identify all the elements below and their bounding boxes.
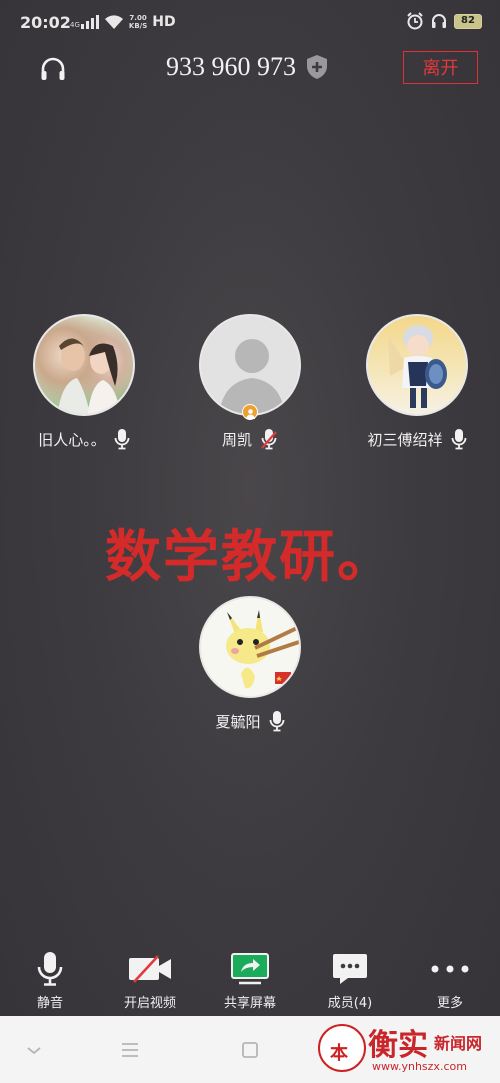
participants-label: 成员(4): [327, 996, 373, 1011]
microphone-icon: [37, 952, 63, 986]
headphones-icon: [41, 57, 65, 80]
host-badge-icon: [242, 404, 258, 420]
microphone-icon[interactable]: [114, 428, 130, 450]
headset-status-icon: [432, 14, 446, 28]
signal-icon: [80, 15, 99, 29]
meeting-topic-title: 数学教研。: [105, 524, 395, 590]
default-person-icon: [219, 339, 285, 414]
speed-unit: KB/S: [128, 22, 148, 30]
microphone-icon[interactable]: [269, 710, 285, 732]
chevron-down-icon[interactable]: [22, 1038, 46, 1062]
microphone-icon[interactable]: [451, 428, 467, 450]
participant-tile[interactable]: 旧人心。。: [4, 314, 164, 450]
meeting-header: 933 960 973: [166, 52, 328, 82]
microphone-muted-icon[interactable]: [260, 428, 278, 450]
start-video-button[interactable]: 开启视频: [100, 950, 200, 1016]
participant-tile[interactable]: 夏毓阳: [170, 596, 330, 732]
mute-button[interactable]: 静音: [0, 950, 100, 1016]
avatar: [366, 314, 468, 416]
watermark-logo-text: 本: [330, 1043, 348, 1064]
meeting-id[interactable]: 933 960 973: [166, 52, 296, 82]
avatar: [33, 314, 135, 416]
participant-name: 夏毓阳: [215, 712, 261, 731]
more-button[interactable]: 更多: [400, 950, 500, 1016]
mute-label: 静音: [36, 996, 63, 1011]
anime-character-icon: [388, 325, 447, 408]
participant-tile[interactable]: 周凯: [170, 314, 330, 450]
participant-name: 旧人心。。: [38, 430, 106, 449]
participant-tile[interactable]: 初三傅绍祥: [337, 314, 497, 450]
status-bar: 20:02 4G 7.00 KB/S HD 82: [0, 0, 500, 46]
video-off-icon: [129, 955, 171, 983]
participant-label: 夏毓阳: [170, 710, 330, 732]
avatar: [199, 596, 301, 698]
status-time: 20:02: [20, 13, 71, 32]
participant-label: 初三傅绍祥: [337, 428, 497, 450]
participant-label: 旧人心。。: [4, 428, 164, 450]
start-video-label: 开启视频: [123, 996, 176, 1011]
participant-label: 周凯: [170, 428, 330, 450]
hd-indicator: HD: [152, 14, 176, 30]
watermark-url: www.ynhszx.com: [372, 1060, 467, 1073]
meeting-toolbar: 静音 开启视频 共享屏幕 成员(4) 更多: [0, 950, 500, 1016]
watermark-title: 衡实: [368, 1028, 428, 1063]
share-screen-button[interactable]: 共享屏幕: [200, 950, 300, 1016]
couple-photo-icon: [57, 338, 121, 414]
alarm-icon: [407, 12, 423, 30]
battery-indicator: 82: [454, 13, 482, 29]
participant-name: 初三傅绍祥: [367, 430, 443, 449]
share-screen-label: 共享屏幕: [223, 996, 276, 1011]
status-right: 82: [406, 12, 482, 30]
audio-output-button[interactable]: [38, 54, 68, 84]
home-square-icon[interactable]: [238, 1038, 262, 1062]
more-label: 更多: [436, 996, 463, 1011]
menu-icon[interactable]: [118, 1038, 142, 1062]
avatar: [199, 314, 301, 416]
chat-bubble-icon: [333, 954, 367, 984]
watermark-logo: 本: [318, 1024, 366, 1072]
more-icon: [431, 965, 469, 973]
participants-button[interactable]: 成员(4): [300, 950, 400, 1016]
network-speed: 7.00 KB/S: [129, 14, 147, 30]
watermark-subtitle: 新闻网: [434, 1034, 483, 1053]
leave-meeting-button[interactable]: 离开: [403, 51, 478, 84]
shield-icon[interactable]: [306, 54, 328, 80]
participant-name: 周凯: [221, 430, 252, 449]
speed-value: 7.00: [129, 14, 147, 22]
site-watermark: 本 衡实 新闻网 www.ynhszx.com: [318, 1020, 500, 1078]
status-indicators: 4G 7.00 KB/S HD: [70, 14, 176, 30]
share-screen-icon: [231, 953, 269, 985]
network-type: 4G: [70, 21, 80, 29]
pikachu-sticker-icon: [226, 610, 299, 689]
wifi-icon: [104, 15, 123, 29]
